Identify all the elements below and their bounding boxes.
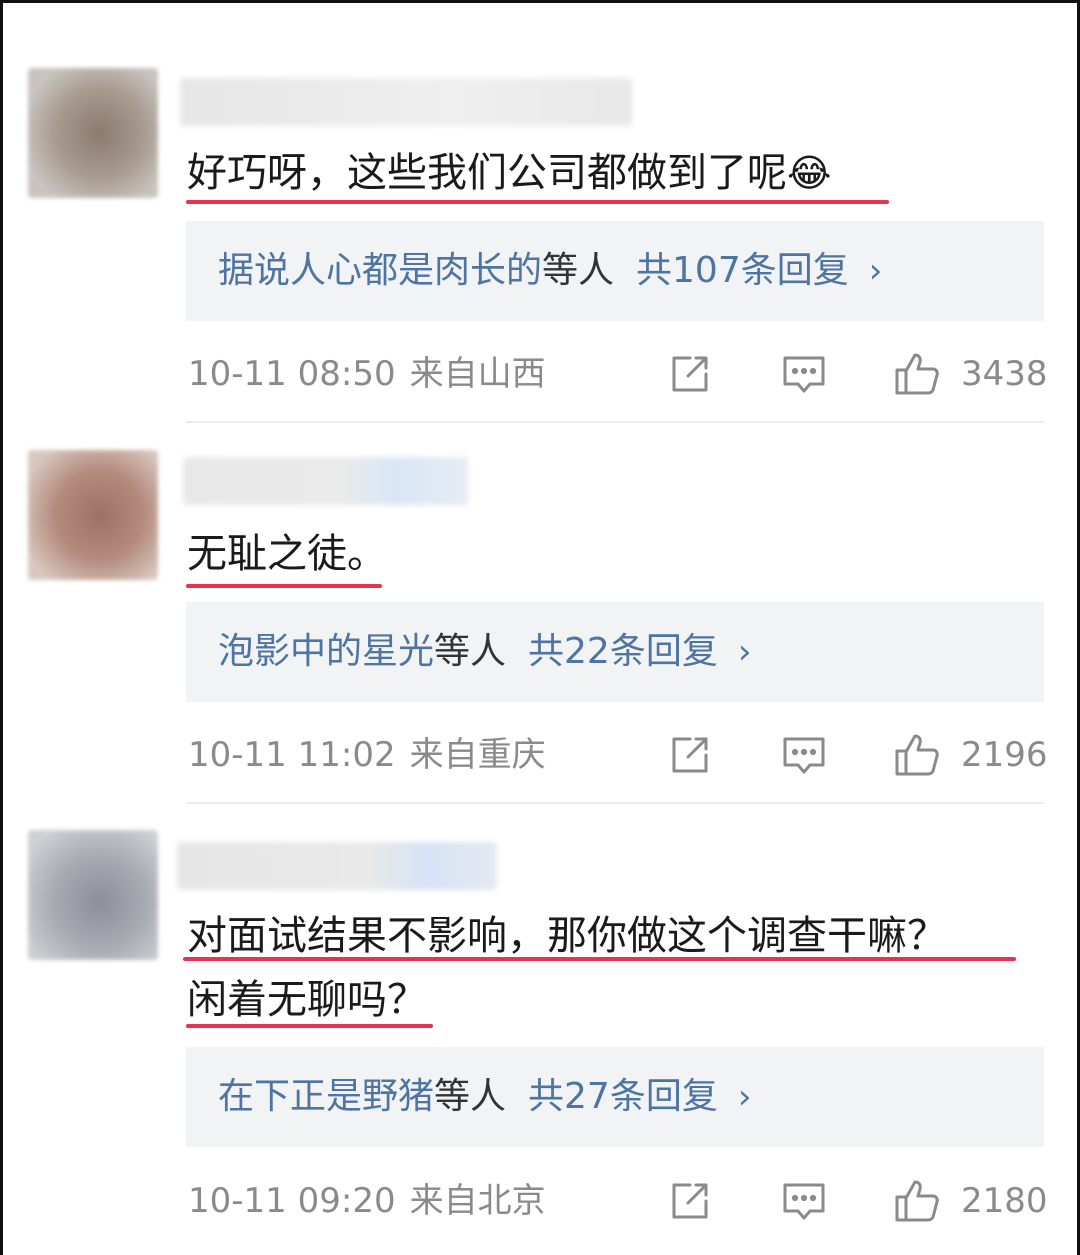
avatar[interactable]: [28, 450, 158, 580]
reply-names[interactable]: 据说人心都是肉长的: [218, 250, 542, 291]
share-edit-icon[interactable]: [666, 350, 714, 398]
comment-text-line-2: 闲着无聊吗？: [187, 977, 427, 1023]
reply-count-link[interactable]: 共22条回复: [528, 631, 718, 672]
like-count: 2180: [961, 1181, 1048, 1221]
location: 来自北京: [409, 1181, 546, 1221]
thumbs-up-icon[interactable]: [893, 731, 941, 779]
highlight-underline: [186, 200, 889, 204]
username-blurred[interactable]: [180, 78, 632, 126]
highlight-underline: [183, 957, 1016, 961]
laughing-crying-emoji-icon: 😂: [787, 151, 832, 195]
username-blurred[interactable]: [177, 842, 497, 890]
share-edit-icon[interactable]: [666, 1177, 714, 1225]
comment-text: 好巧呀，这些我们公司都做到了呢😂: [187, 150, 832, 196]
thumbs-up-icon[interactable]: [893, 350, 941, 398]
avatar[interactable]: [28, 68, 158, 198]
comment-meta: 10-11 09:20 来自北京: [188, 1177, 546, 1225]
reply-suffix: 等人: [434, 1076, 507, 1117]
highlight-underline: [186, 1024, 433, 1028]
chevron-right-icon: ›: [737, 632, 752, 672]
comment-text: 无耻之徒。: [187, 531, 387, 577]
location: 来自山西: [409, 354, 546, 394]
comment-bubble-icon[interactable]: [780, 731, 828, 779]
reply-suffix: 等人: [542, 250, 615, 291]
reply-summary-box[interactable]: 泡影中的星光等人 共22条回复 ›: [186, 602, 1044, 702]
comment-meta: 10-11 08:50 来自山西: [188, 350, 546, 398]
avatar[interactable]: [28, 830, 158, 960]
like-count: 2196: [961, 735, 1048, 775]
divider: [186, 421, 1044, 423]
comment-meta: 10-11 11:02 来自重庆: [188, 731, 546, 779]
like-count: 3438: [961, 354, 1048, 394]
divider: [186, 802, 1044, 804]
location: 来自重庆: [409, 735, 546, 775]
thumbs-up-icon[interactable]: [893, 1177, 941, 1225]
timestamp: 10-11 11:02: [188, 735, 396, 775]
highlight-underline: [186, 584, 382, 588]
reply-summary-box[interactable]: 在下正是野猪等人 共27条回复 ›: [186, 1047, 1044, 1147]
share-edit-icon[interactable]: [666, 731, 714, 779]
timestamp: 10-11 09:20: [188, 1181, 396, 1221]
reply-summary-box[interactable]: 据说人心都是肉长的等人 共107条回复 ›: [186, 221, 1044, 321]
reply-names[interactable]: 在下正是野猪: [218, 1076, 434, 1117]
chevron-right-icon: ›: [737, 1077, 752, 1117]
chevron-right-icon: ›: [868, 251, 883, 291]
comment-bubble-icon[interactable]: [780, 1177, 828, 1225]
reply-suffix: 等人: [434, 631, 507, 672]
reply-count-link[interactable]: 共107条回复: [636, 250, 849, 291]
timestamp: 10-11 08:50: [188, 354, 396, 394]
comment-bubble-icon[interactable]: [780, 350, 828, 398]
username-blurred[interactable]: [183, 457, 468, 505]
reply-count-link[interactable]: 共27条回复: [528, 1076, 718, 1117]
reply-names[interactable]: 泡影中的星光: [218, 631, 434, 672]
